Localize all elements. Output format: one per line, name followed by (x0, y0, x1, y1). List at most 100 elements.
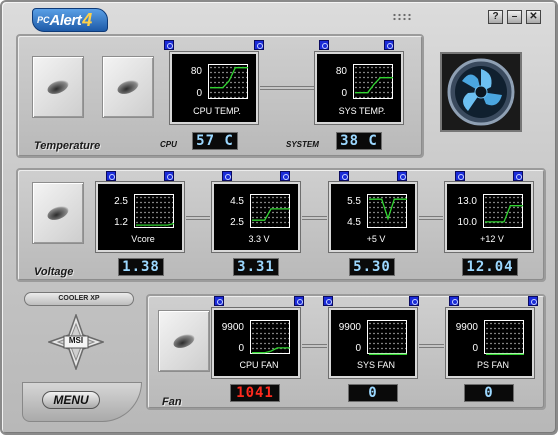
5v-monitor[interactable]: 5.5 4.5 +5 V (329, 182, 417, 252)
monitor-high-label: 9900 (221, 322, 244, 333)
help-button[interactable]: ? (488, 10, 503, 24)
monitor-trend-plot (353, 64, 393, 100)
cpu-fan-alarm-toggle-left[interactable] (214, 296, 224, 306)
fan-knob[interactable] (158, 310, 210, 372)
monitor-trace-line (485, 205, 523, 223)
temperature-knob-1[interactable] (32, 56, 84, 118)
monitor-trace-line (252, 347, 290, 354)
monitor-title: +12 V (480, 234, 504, 244)
monitor-low-label: 0 (238, 343, 244, 354)
monitor-trend-plot (484, 320, 524, 355)
vcore-readout: 1.38 (118, 258, 164, 276)
monitor-title: Vcore (131, 234, 155, 244)
close-button[interactable]: ✕ (526, 10, 541, 24)
3v3-alarm-toggle-right[interactable] (280, 171, 290, 181)
monitor-low-label: 10.0 (457, 217, 477, 228)
sys-temp-alarm-toggle-left[interactable] (319, 40, 329, 50)
monitor-high-label: 80 (335, 66, 347, 77)
3v3-alarm-toggle-left[interactable] (222, 171, 232, 181)
monitor-trend-plot (483, 194, 523, 229)
monitor-trace-line (355, 77, 393, 94)
5v-alarm-toggle-left[interactable] (339, 171, 349, 181)
monitor-connector (419, 216, 443, 220)
sys-fan-monitor[interactable]: 9900 0 SYS FAN (329, 308, 417, 378)
monitor-trace-line (136, 222, 175, 226)
cpu-temp-alarm-toggle-right[interactable] (254, 40, 264, 50)
monitor-high-label: 9900 (455, 322, 478, 333)
monitor-trace-line (252, 208, 290, 221)
system-label: SYSTEM (286, 140, 319, 149)
monitor-low-label: 4.5 (347, 217, 361, 228)
monitor-trend-plot (208, 64, 248, 100)
monitor-low-label: 0 (196, 88, 202, 99)
logo-prefix: PC (37, 15, 50, 25)
voltage-knob[interactable] (32, 182, 84, 244)
monitor-title: +5 V (366, 234, 386, 244)
12v-readout: 12.04 (462, 258, 518, 276)
monitor-connector (302, 344, 327, 348)
monitor-connector (186, 216, 210, 220)
vcore-alarm-toggle-right[interactable] (164, 171, 174, 181)
ps-fan-alarm-toggle-left[interactable] (449, 296, 459, 306)
monitor-title: 3.3 V (248, 234, 270, 244)
knob-indicator-icon (115, 77, 141, 97)
sys-fan-alarm-toggle-left[interactable] (323, 296, 333, 306)
ps-fan-readout: 0 (464, 384, 514, 402)
cpu-temp-readout: 57 C (192, 132, 238, 150)
monitor-trend-plot (134, 194, 175, 229)
drag-grip-icon[interactable] (392, 13, 412, 21)
monitor-connector (260, 86, 314, 90)
cpu-fan-alarm-toggle-right[interactable] (294, 296, 304, 306)
cpu-temp-alarm-toggle-left[interactable] (164, 40, 174, 50)
cooler-xp-button[interactable]: COOLER XP (24, 292, 134, 306)
cpu-fan-readout: 1041 (230, 384, 280, 402)
monitor-high-label: 2.5 (114, 196, 128, 207)
monitor-high-label: 9900 (338, 322, 361, 333)
monitor-low-label: 1.2 (114, 217, 128, 228)
monitor-low-label: 2.5 (230, 217, 244, 228)
fan-section-label: Fan (162, 396, 182, 408)
monitor-trend-plot (250, 320, 290, 355)
menu-button[interactable]: MENU (42, 391, 100, 409)
vcore-monitor[interactable]: 2.5 1.2 Vcore (96, 182, 184, 252)
minimize-button[interactable]: – (507, 10, 522, 24)
12v-alarm-toggle-left[interactable] (455, 171, 465, 181)
5v-readout: 5.30 (349, 258, 395, 276)
monitor-title: PS FAN (476, 360, 509, 370)
msi-logo-text: MSI (68, 336, 84, 345)
monitor-low-label: 0 (355, 343, 361, 354)
voltage-section-label: Voltage (34, 266, 74, 278)
monitor-connector (302, 216, 327, 220)
monitor-high-label: 80 (190, 66, 202, 77)
3v3-monitor[interactable]: 4.5 2.5 3.3 V (212, 182, 300, 252)
ps-fan-alarm-toggle-right[interactable] (528, 296, 538, 306)
sys-temp-alarm-toggle-right[interactable] (384, 40, 394, 50)
vcore-alarm-toggle-left[interactable] (106, 171, 116, 181)
monitor-connector (419, 344, 444, 348)
12v-monitor[interactable]: 13.0 10.0 +12 V (445, 182, 533, 252)
monitor-trace-line (210, 67, 248, 89)
logo-version: 4 (82, 9, 93, 30)
pc-alert-logo: PC Alert 4 (32, 8, 108, 32)
3v3-readout: 3.31 (233, 258, 279, 276)
cpu-fan-monitor[interactable]: 9900 0 CPU FAN (212, 308, 300, 378)
sys-fan-alarm-toggle-right[interactable] (409, 296, 419, 306)
monitor-trend-plot (367, 194, 407, 229)
monitor-high-label: 13.0 (457, 196, 477, 207)
12v-alarm-toggle-right[interactable] (513, 171, 523, 181)
monitor-high-label: 5.5 (347, 196, 361, 207)
spinning-fan-icon (447, 58, 515, 126)
monitor-title: CPU TEMP. (193, 106, 241, 116)
monitor-title: SYS FAN (356, 360, 395, 370)
ps-fan-monitor[interactable]: 9900 0 PS FAN (446, 308, 534, 378)
monitor-title: SYS TEMP. (338, 106, 386, 116)
sys-temp-monitor[interactable]: 80 0 SYS TEMP. (315, 52, 403, 124)
temperature-knob-2[interactable] (102, 56, 154, 118)
cpu-temp-monitor[interactable]: 80 0 CPU TEMP. (170, 52, 258, 124)
pc-alert-window: PC Alert 4 ? – ✕ Temperature CPU SYSTEM … (0, 0, 558, 435)
5v-alarm-toggle-right[interactable] (397, 171, 407, 181)
logo-name: Alert (49, 11, 82, 29)
monitor-low-label: 0 (341, 88, 347, 99)
temperature-section-label: Temperature (34, 140, 101, 152)
knob-indicator-icon (45, 203, 71, 223)
